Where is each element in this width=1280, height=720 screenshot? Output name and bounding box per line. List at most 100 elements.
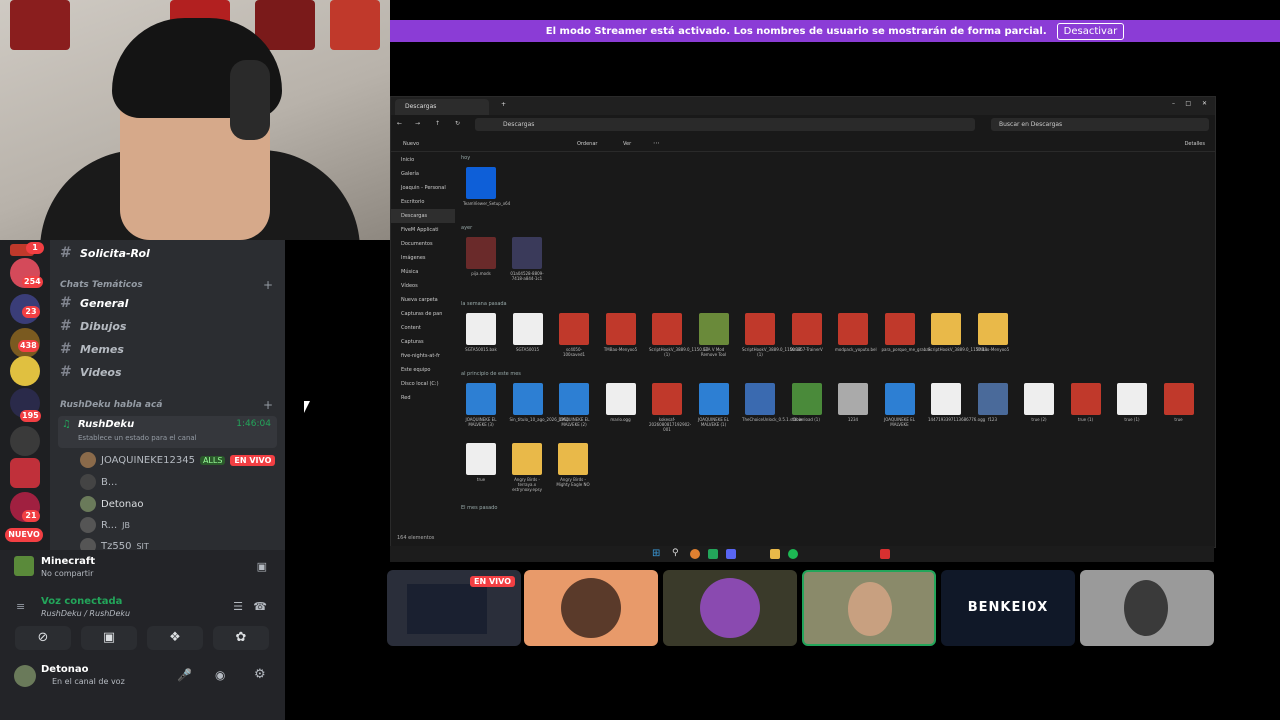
path-field[interactable]: Descargas [475,118,975,131]
discord-icon[interactable] [10,426,40,456]
file-item[interactable]: JOAQUINEKE EL MALVEKE (3) [463,383,499,427]
stream-tile-user[interactable] [663,570,797,646]
soundboard-button[interactable]: ✿ [213,626,269,650]
file-item[interactable]: 1447193397113686776.ogg [928,383,985,422]
file-item[interactable]: TheChoiceUnlock_0.5.1.stable [742,383,802,422]
folder-icon[interactable] [770,549,780,559]
file-item[interactable]: ScriptHookV_3889.0_1150.13 (1) [649,313,708,357]
file-item[interactable]: TMBao-Menyoo5 [975,313,1011,352]
nav-item[interactable]: Galería [391,167,455,181]
new-button[interactable]: Nuevo [403,141,419,147]
view-button[interactable]: Ver [623,141,631,147]
nav-item[interactable]: Escritorio [391,195,455,209]
disconnect-icon[interactable]: ☎ [253,600,267,613]
file-item[interactable]: Download (1) [789,383,825,422]
channel-videos[interactable]: # Videos [60,361,122,383]
back-icon[interactable]: ← [397,120,402,127]
stream-tile-user[interactable] [524,570,658,646]
activities-button[interactable]: ❖ [147,626,203,650]
refresh-icon[interactable]: ↻ [455,120,460,127]
voice-user[interactable]: JOAQUINEKE12345 ALLS EN VIVO [80,452,276,468]
deactivate-button[interactable]: Desactivar [1056,22,1125,40]
nav-item[interactable]: Disco local (C:) [391,377,455,391]
group-header[interactable]: El mes pasado [461,505,497,511]
stream-tile-screen[interactable]: EN VIVO [387,570,521,646]
voice-user[interactable]: Detonao [80,496,143,512]
voice-user[interactable]: R... JB [80,517,130,533]
nav-item[interactable]: Joaquin - Personal [391,181,455,195]
voice-user[interactable]: B... [80,474,117,490]
stream-tile-user[interactable] [1080,570,1214,646]
noise-suppression-icon[interactable]: ☰ [233,600,243,613]
file-item[interactable]: true [463,443,499,482]
file-item[interactable]: 0x9857-TrainerV [789,313,825,352]
file-item[interactable]: Angry Birds - terraya.x estrynoxy.epsy [509,443,545,492]
file-item[interactable]: GTA V Mod Remove Tool [696,313,732,357]
search-input[interactable]: Buscar en Descargas [991,118,1209,131]
app-icon[interactable] [708,549,718,559]
file-item[interactable]: true (1) [1068,383,1104,422]
server-icon[interactable] [10,458,40,488]
voice-channel-rushdeku[interactable]: ♫ RushDeku 1:46:04 Establece un estado p… [58,416,277,448]
group-header[interactable]: hoy [461,155,470,161]
tab-descargas[interactable]: Descargas [395,99,489,115]
add-channel-icon[interactable]: + [263,398,273,412]
group-header[interactable]: al principio de este mes [461,371,521,377]
app-icon[interactable] [880,549,890,559]
new-tab-icon[interactable]: + [501,101,506,108]
nav-item[interactable]: FiveM Applicati [391,223,455,237]
channel-status[interactable]: Establece un estado para el canal [78,434,197,442]
nav-item[interactable]: five-nights-at-fr [391,349,455,363]
nav-item[interactable]: Imágenes [391,251,455,265]
close-icon[interactable]: ✕ [1202,100,1207,107]
nav-item[interactable]: Descargas [391,209,455,223]
stream-tile-user[interactable]: BENKEI0X [941,570,1075,646]
file-item[interactable]: true [1161,383,1197,422]
headphones-icon[interactable]: ◉ [215,668,225,682]
file-item[interactable]: modpack_yoputo.bel [835,313,877,352]
forward-icon[interactable]: → [415,120,420,127]
file-item[interactable]: ScriptHookV_3889.0_1150.13 (1) [742,313,801,357]
gear-icon[interactable]: ⚙ [254,667,266,682]
browser-icon[interactable] [690,549,700,559]
nav-item[interactable]: Capturas de pan [391,307,455,321]
file-item[interactable]: true (1) [1114,383,1150,422]
minimize-icon[interactable]: – [1172,100,1175,107]
microphone-icon[interactable]: 🎤 [177,668,192,682]
add-channel-icon[interactable]: + [263,278,273,292]
windows-start-icon[interactable]: ⊞ [652,548,660,559]
nav-item[interactable]: Red [391,391,455,405]
share-screen-button[interactable]: ▣ [81,626,137,650]
nav-item[interactable]: Vídeos [391,279,455,293]
file-item[interactable]: Sin_titulo_10_ago_2026_1954 [510,383,569,422]
channel-dibujos[interactable]: # Dibujos [60,315,126,337]
nav-item[interactable]: Documentos [391,237,455,251]
details-button[interactable]: Detalles [1185,141,1205,147]
channel-general[interactable]: # General [60,292,128,314]
file-item[interactable]: kokesaf-2026080817192902-001 [649,383,691,432]
channel-memes[interactable]: # Memes [60,338,124,360]
file-item[interactable]: JOAQUINEKE EL MALVEKE (2) [556,383,592,427]
nav-item[interactable]: Capturas [391,335,455,349]
file-item[interactable]: JOAQUINEKE EL MALVEKE [882,383,918,427]
spotify-icon[interactable] [788,549,798,559]
discord-icon[interactable] [726,549,736,559]
category-chats-tematicos[interactable]: Chats Temáticos [60,280,143,290]
file-item[interactable]: Angry Birds - Mighty Eagle NO [555,443,591,487]
stream-tile-speaking[interactable] [802,570,936,646]
group-header[interactable]: ayer [461,225,472,231]
camera-off-button[interactable]: ⊘ [15,626,71,650]
channel-solicita-rol[interactable]: # Solicita-Rol [60,242,150,264]
group-header[interactable]: la semana pasada [461,301,507,307]
file-item[interactable]: ScriptHookV_3889.0_1150.13 [928,313,987,352]
nav-item[interactable]: Inicio [391,153,455,167]
file-item[interactable]: JOAQUINEKE EL MALVEKE (1) [696,383,732,427]
file-item[interactable]: SGTA50015.bak [463,313,499,352]
file-item[interactable]: pija.mods [463,237,499,276]
file-item[interactable]: para_porque_me_grabas [882,313,931,352]
file-item[interactable]: SGTA50015 [510,313,546,352]
server-icon[interactable] [10,356,40,386]
file-item[interactable]: 1234 [835,383,871,422]
file-item[interactable]: TeamViewer_Setup_x64 [463,167,510,206]
nav-item[interactable]: Nueva carpeta [391,293,455,307]
